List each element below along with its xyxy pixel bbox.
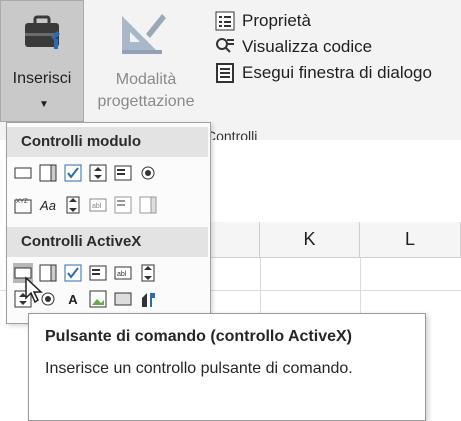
svg-text:abl: abl	[92, 203, 102, 210]
toolbox-icon	[21, 9, 65, 58]
mouse-cursor-icon	[24, 276, 46, 309]
label-icon[interactable]: Aa	[38, 195, 58, 215]
combo-dropdown-icon[interactable]	[138, 195, 158, 215]
run-dialog-button[interactable]: Esegui finestra di dialogo	[214, 60, 432, 86]
activex-image-icon[interactable]	[88, 289, 108, 309]
activex-scroll-bar-icon[interactable]	[138, 263, 158, 283]
combo-list-icon[interactable]	[113, 195, 133, 215]
button-control-icon[interactable]	[13, 163, 33, 183]
view-code-label: Visualizza codice	[242, 37, 373, 56]
tooltip-description: Inserisce un controllo pulsante di coman…	[45, 360, 353, 377]
activex-controls-header: Controlli ActiveX	[7, 227, 208, 257]
text-field-icon[interactable]: abl	[88, 195, 108, 215]
option-button-icon[interactable]	[138, 163, 158, 183]
run-dialog-icon	[214, 62, 236, 84]
view-code-button[interactable]: Visualizza codice	[214, 34, 432, 60]
column-header-k[interactable]: K	[260, 222, 360, 258]
formula-bar-area	[206, 166, 461, 223]
form-controls-row-2: XYZ Aa abl	[13, 195, 158, 215]
activex-checkbox-icon[interactable]	[63, 263, 83, 283]
form-controls-row-1	[13, 163, 158, 183]
properties-icon	[214, 10, 236, 32]
column-header-j[interactable]	[206, 222, 260, 258]
group-box-icon[interactable]: XYZ	[13, 195, 33, 215]
svg-text:abl: abl	[117, 271, 127, 278]
more-controls-icon[interactable]	[138, 289, 158, 309]
insert-controls-button[interactable]: Inserisci ▼	[0, 0, 84, 122]
activex-toggle-button-icon[interactable]	[113, 289, 133, 309]
ruler-pencil-icon	[118, 10, 168, 61]
list-box-icon[interactable]	[113, 163, 133, 183]
form-controls-header: Controlli modulo	[7, 127, 208, 157]
insert-label: Inserisci	[12, 70, 72, 87]
checkbox-icon[interactable]	[63, 163, 83, 183]
properties-button[interactable]: Proprietà	[214, 8, 432, 34]
tooltip-title: Pulsante di comando (controllo ActiveX)	[45, 328, 352, 345]
activex-label-icon[interactable]: A	[63, 289, 83, 309]
design-mode-label-1: Modalità	[115, 71, 177, 88]
control-tooltip: Pulsante di comando (controllo ActiveX) …	[28, 313, 426, 421]
activex-list-box-icon[interactable]	[88, 263, 108, 283]
view-code-icon	[214, 36, 236, 58]
properties-label: Proprietà	[242, 11, 311, 30]
activex-text-box-icon[interactable]: abl	[113, 263, 133, 283]
chevron-down-icon: ▼	[39, 99, 49, 110]
design-mode-button[interactable]: Modalità progettazione	[86, 0, 206, 122]
ribbon-right-commands: Proprietà Visualizza codice Esegui fines…	[214, 8, 432, 86]
run-dialog-label: Esegui finestra di dialogo	[242, 63, 432, 82]
column-header-l[interactable]: L	[360, 222, 461, 258]
design-mode-label-2: progettazione	[97, 93, 195, 110]
spin-button-icon[interactable]	[88, 163, 108, 183]
svg-text:XYZ: XYZ	[16, 199, 28, 205]
scroll-bar-icon[interactable]	[63, 195, 83, 215]
combo-box-icon[interactable]	[38, 163, 58, 183]
